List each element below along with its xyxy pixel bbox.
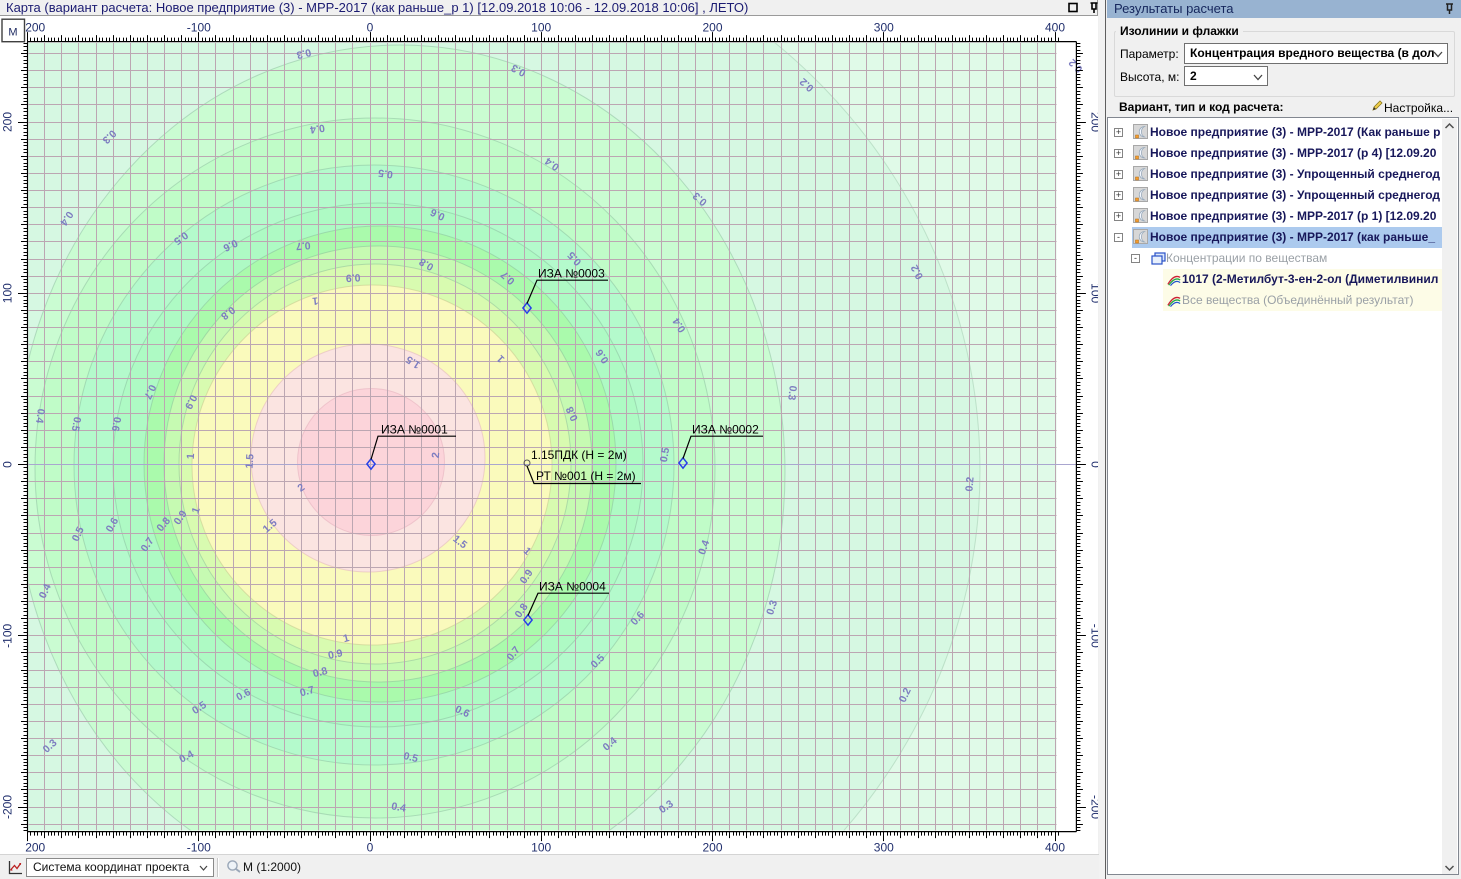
svg-text:0.4: 0.4	[309, 122, 325, 136]
svg-text:-100: -100	[187, 841, 211, 855]
svg-text:100: 100	[531, 21, 551, 35]
svg-text:200: 200	[702, 21, 722, 35]
svg-text:400: 400	[1045, 21, 1065, 35]
svg-text:-200: -200	[1089, 795, 1099, 819]
svg-text:0.2: 0.2	[963, 476, 976, 492]
svg-text:0.7: 0.7	[295, 239, 311, 252]
svg-text:1.15ПДК (Н = 2м): 1.15ПДК (Н = 2м)	[531, 448, 627, 462]
svg-text:200: 200	[25, 21, 45, 35]
svg-text:1.5: 1.5	[244, 453, 257, 469]
svg-text:-200: -200	[1, 795, 15, 819]
svg-text:200: 200	[702, 841, 722, 855]
svg-text:300: 300	[874, 841, 894, 855]
svg-text:0: 0	[1089, 461, 1099, 468]
svg-text:0.4: 0.4	[33, 408, 47, 424]
svg-text:0.3: 0.3	[785, 385, 799, 401]
svg-text:-100: -100	[1, 623, 15, 647]
svg-text:300: 300	[874, 21, 894, 35]
svg-text:200: 200	[1, 112, 15, 132]
svg-text:100: 100	[531, 841, 551, 855]
svg-text:400: 400	[1045, 841, 1065, 855]
svg-text:200: 200	[25, 841, 45, 855]
svg-text:0.4: 0.4	[390, 800, 407, 814]
svg-text:0: 0	[367, 841, 374, 855]
svg-text:0.5: 0.5	[658, 447, 672, 464]
svg-text:200: 200	[1089, 112, 1099, 132]
svg-text:2: 2	[430, 452, 442, 459]
svg-text:0: 0	[367, 21, 374, 35]
svg-text:0: 0	[1, 461, 15, 468]
svg-text:1: 1	[185, 453, 197, 460]
svg-text:0.6: 0.6	[109, 416, 123, 433]
svg-text:100: 100	[1089, 283, 1099, 303]
svg-text:-100: -100	[187, 21, 211, 35]
svg-text:ИЗА №0003: ИЗА №0003	[538, 267, 605, 281]
svg-text:0.5: 0.5	[377, 166, 393, 180]
svg-text:-100: -100	[1089, 624, 1099, 648]
svg-text:100: 100	[1, 283, 15, 303]
svg-text:0.9: 0.9	[345, 271, 360, 284]
svg-text:М: М	[8, 27, 17, 39]
svg-text:ИЗА №0004: ИЗА №0004	[539, 580, 606, 594]
svg-text:РТ №001 (Н = 2м): РТ №001 (Н = 2м)	[536, 469, 636, 483]
svg-text:ИЗА №0002: ИЗА №0002	[692, 423, 759, 437]
svg-text:0.5: 0.5	[69, 416, 83, 433]
svg-text:ИЗА №0001: ИЗА №0001	[381, 423, 448, 437]
